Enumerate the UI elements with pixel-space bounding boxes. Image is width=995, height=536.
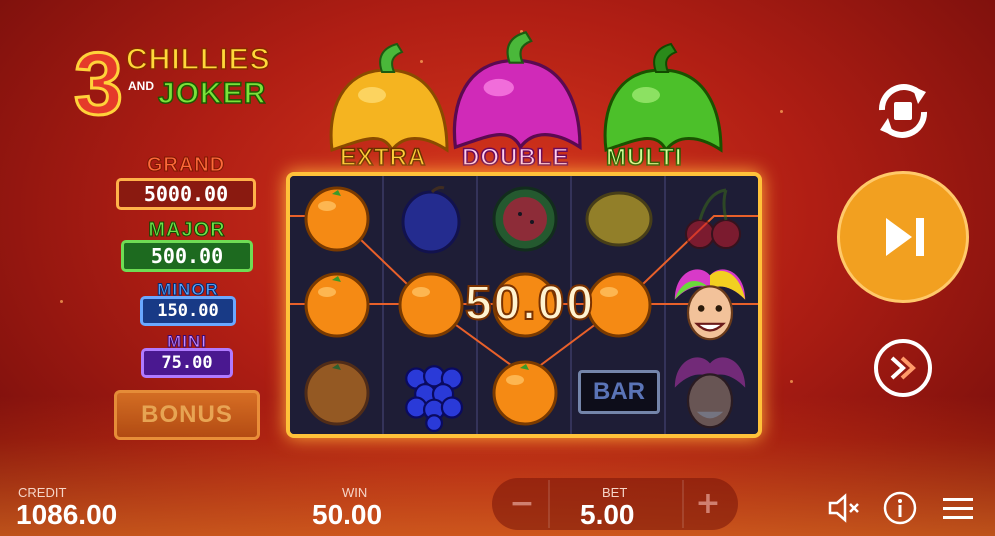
game-logo: 3 CHILLIES AND JOKER xyxy=(73,34,284,133)
grapes-icon xyxy=(405,365,464,432)
autoplay-icon[interactable] xyxy=(868,76,938,146)
bet-decrease-button[interactable]: − xyxy=(500,482,544,526)
bet-increase-button[interactable]: + xyxy=(686,482,730,526)
bonus-button[interactable]: BONUS xyxy=(114,390,260,440)
pink-chilli-icon xyxy=(452,31,582,151)
lemon-icon xyxy=(585,191,653,247)
banner-extra: EXTRA xyxy=(339,143,427,172)
skip-icon xyxy=(886,218,924,256)
jackpot-major-title: MAJOR xyxy=(148,219,226,241)
credit-label: CREDIT xyxy=(18,485,67,500)
joker-icon xyxy=(674,357,746,429)
bet-value: 5.00 xyxy=(580,499,635,530)
divider xyxy=(682,480,684,528)
bar-symbol: BAR xyxy=(578,370,660,414)
jackpot-major-value: 500.00 xyxy=(121,240,253,272)
divider xyxy=(548,480,550,528)
info-icon[interactable] xyxy=(882,490,918,526)
win-value: 50.00 xyxy=(312,499,383,530)
jackpot-mini-value: 75.00 xyxy=(141,348,233,378)
jackpot-grand-value: 5000.00 xyxy=(116,178,256,210)
menu-icon[interactable] xyxy=(940,490,976,526)
orange-icon xyxy=(492,360,558,426)
banner-double: DOUBLE xyxy=(461,143,570,172)
ember xyxy=(780,110,783,113)
watermelon-icon xyxy=(492,186,558,252)
logo-number: 3 xyxy=(73,34,125,133)
green-chilli-icon xyxy=(603,42,723,153)
turbo-icon[interactable] xyxy=(872,337,934,399)
jackpot-grand-title: GRAND xyxy=(146,154,226,176)
orange-icon xyxy=(304,272,370,338)
orange-icon xyxy=(304,360,370,426)
orange-icon xyxy=(304,186,370,252)
yellow-chilli-icon xyxy=(329,42,449,153)
cherry-icon xyxy=(685,188,741,249)
logo-line1: CHILLIES xyxy=(125,43,271,77)
plum-icon xyxy=(401,186,461,254)
credit-value: 1086.00 xyxy=(16,499,118,530)
joker-icon xyxy=(674,269,746,341)
ember xyxy=(790,380,793,383)
reel-grid: BAR 50.00 xyxy=(286,172,762,438)
win-popup: 50.00 xyxy=(464,276,596,331)
jackpot-minor-value: 150.00 xyxy=(140,296,236,326)
spin-button[interactable] xyxy=(837,171,969,303)
logo-and: AND xyxy=(128,79,154,93)
bet-label: BET xyxy=(602,485,628,500)
banner-multi: MULTI xyxy=(605,143,683,172)
win-label: WIN xyxy=(342,485,368,500)
sound-off-icon[interactable] xyxy=(826,490,862,526)
logo-line2: JOKER xyxy=(157,77,267,111)
ember xyxy=(60,300,63,303)
